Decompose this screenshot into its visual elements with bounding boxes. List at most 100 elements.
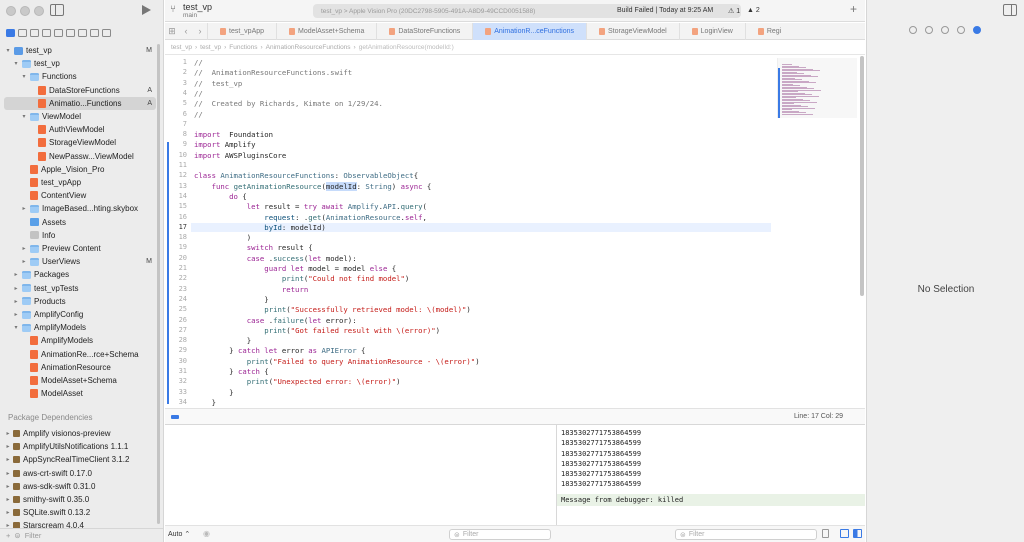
tree-item[interactable]: Apple_Vision_Pro [4, 163, 156, 176]
tree-item[interactable]: Animatio...Functions A [4, 96, 156, 110]
run-icon[interactable] [142, 5, 151, 15]
project-title[interactable]: test_vp [183, 2, 212, 12]
chevron-down-icon[interactable]: ▾ [4, 47, 12, 54]
history-inspector-icon[interactable] [925, 26, 933, 34]
console-filter[interactable]: ⊜ Filter [675, 529, 817, 540]
hide-debug-area-icon[interactable] [171, 415, 179, 419]
eye-icon[interactable]: ◉ [203, 529, 210, 538]
variables-filter[interactable]: ⊜ Filter [449, 529, 551, 540]
tree-item[interactable]: ModelAsset+Schema [4, 374, 156, 387]
run-destination[interactable]: test_vp > Apple Vision Pro (20DC2798-590… [321, 8, 535, 15]
variables-view[interactable] [165, 425, 555, 525]
minimap[interactable] [777, 58, 857, 118]
tree-item[interactable]: ▸ UserViews M [4, 255, 156, 268]
variables-filter-input[interactable]: Filter [463, 531, 479, 538]
chevron-right-icon[interactable]: ▸ [4, 470, 12, 477]
test-navigator-icon[interactable] [66, 29, 75, 37]
tree-item[interactable]: ▾ test_vp [4, 57, 156, 70]
tree-item[interactable]: ▾ ViewModel [4, 110, 156, 123]
trash-icon[interactable] [822, 529, 829, 538]
chevron-right-icon[interactable]: ▸ [4, 509, 12, 516]
tab[interactable]: LoginView [678, 22, 745, 40]
report-navigator-icon[interactable] [102, 29, 111, 37]
tree-item[interactable]: DataStoreFunctions A [4, 84, 156, 97]
minimize-window-button[interactable] [20, 6, 30, 16]
identity-inspector-icon[interactable] [957, 26, 965, 34]
chevron-down-icon[interactable]: ▾ [12, 324, 20, 331]
package-item[interactable]: ▸ aws-crt-swift 0.17.0 [4, 467, 156, 480]
tree-item[interactable]: ▸ ImageBased...hting.skybox [4, 202, 156, 215]
breadcrumb-item[interactable]: AnimationResourceFunctions [266, 44, 351, 51]
tree-item[interactable]: ▸ Preview Content [4, 242, 156, 255]
tab[interactable]: StorageViewModel [586, 22, 679, 40]
chevron-down-icon[interactable]: ▾ [20, 73, 28, 80]
package-item[interactable]: ▸ AppSyncRealTimeClient 3.1.2 [4, 453, 156, 466]
tree-item[interactable]: AnimationResource [4, 361, 156, 374]
tree-item[interactable]: ModelAsset [4, 387, 156, 400]
navigator-filter-input[interactable]: Filter [25, 531, 42, 540]
package-item[interactable]: ▸ aws-sdk-swift 0.31.0 [4, 480, 156, 493]
chevron-right-icon[interactable]: ▸ [12, 271, 20, 278]
zoom-window-button[interactable] [34, 6, 44, 16]
tab[interactable]: test_vpApp [207, 22, 276, 40]
tree-item[interactable]: Assets [4, 216, 156, 229]
tree-item[interactable]: NewPassw...ViewModel [4, 150, 156, 163]
tree-item[interactable]: AmplifyModels [4, 334, 156, 347]
show-variables-icon[interactable] [840, 529, 849, 538]
chevron-right-icon[interactable]: ▸ [4, 430, 12, 437]
tab-active[interactable]: AnimationR...ceFunctions [472, 22, 587, 40]
tree-item[interactable]: ▸ Products [4, 295, 156, 308]
quick-help-icon[interactable] [941, 26, 949, 34]
package-item[interactable]: ▸ SQLite.swift 0.13.2 [4, 506, 156, 519]
tree-item[interactable]: ContentView [4, 189, 156, 202]
chevron-right-icon[interactable]: ▸ [4, 496, 12, 503]
chevron-right-icon[interactable]: ▸ [20, 245, 28, 252]
file-inspector-icon[interactable] [909, 26, 917, 34]
tree-item[interactable]: ▸ test_vpTests [4, 282, 156, 295]
chevron-right-icon[interactable]: ▸ [12, 298, 20, 305]
show-console-icon[interactable] [853, 529, 862, 538]
grid-icon[interactable]: ⊞ [165, 26, 179, 37]
chevron-right-icon[interactable]: ▸ [20, 205, 28, 212]
add-icon[interactable]: + [6, 531, 10, 540]
tree-item[interactable]: AnimationRe...rce+Schema [4, 348, 156, 361]
issue-navigator-icon[interactable] [54, 29, 63, 37]
chevron-right-icon[interactable]: ▸ [20, 258, 28, 265]
breadcrumb-item[interactable]: test_vp [171, 44, 192, 51]
forward-icon[interactable]: › [193, 26, 207, 36]
chevron-down-icon[interactable]: ▾ [20, 113, 28, 120]
breadcrumb-item[interactable]: getAnimationResource(modelId:) [359, 44, 454, 51]
navigator-scrollbar[interactable] [157, 44, 160, 524]
project-navigator-icon[interactable] [6, 29, 15, 37]
tree-item[interactable]: AuthViewModel [4, 123, 156, 136]
chevron-right-icon[interactable]: ▸ [12, 311, 20, 318]
tree-item[interactable]: ▾ Functions [4, 70, 156, 83]
find-navigator-icon[interactable] [42, 29, 51, 37]
tree-item[interactable]: Info [4, 229, 156, 242]
symbol-navigator-icon[interactable] [30, 29, 39, 37]
chevron-right-icon[interactable]: ▸ [4, 456, 12, 463]
tree-item[interactable]: ▸ Packages [4, 268, 156, 281]
close-window-button[interactable] [6, 6, 16, 16]
breakpoint-navigator-icon[interactable] [90, 29, 99, 37]
navigator-filter-bar[interactable]: + ⊜ Filter [0, 528, 164, 542]
warning-count[interactable]: ⚠ 1 [728, 7, 740, 15]
console[interactable]: 1835302771753864599 7 1835302771753864599… [556, 425, 865, 525]
tree-item[interactable]: ▸ AmplifyConfig [4, 308, 156, 321]
add-icon[interactable]: + [850, 2, 857, 16]
breadcrumb-item[interactable]: Functions [229, 44, 257, 51]
chevron-down-icon[interactable]: ▾ [12, 60, 20, 67]
tree-item[interactable]: test_vpApp [4, 176, 156, 189]
error-count[interactable]: ▲ 2 [747, 7, 760, 14]
attributes-inspector-icon[interactable] [973, 26, 981, 34]
tree-item[interactable]: ▾ test_vp M [4, 44, 156, 57]
debug-navigator-icon[interactable] [78, 29, 87, 37]
tab[interactable]: ModelAsset+Schema [276, 22, 376, 40]
toggle-navigator-icon[interactable] [50, 4, 64, 16]
back-icon[interactable]: ‹ [179, 26, 193, 36]
tab[interactable]: Regi [744, 22, 793, 40]
source-editor[interactable]: 1 // 2 // AnimationResourceFunctions.swift 3… [165, 56, 857, 408]
source-control-icon[interactable] [18, 29, 27, 37]
chevron-right-icon[interactable]: ▸ [12, 285, 20, 292]
tree-item[interactable]: ▾ AmplifyModels [4, 321, 156, 334]
